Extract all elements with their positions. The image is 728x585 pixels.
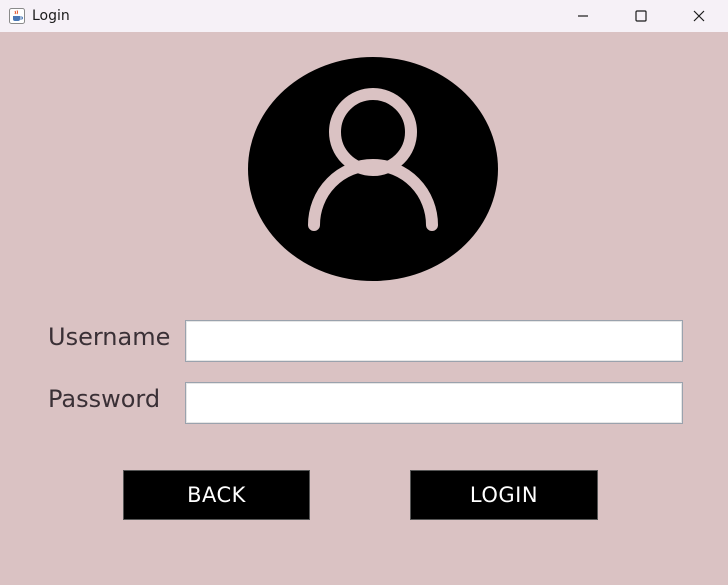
close-button[interactable] [670, 0, 728, 32]
username-field[interactable] [185, 320, 683, 362]
window-title: Login [32, 8, 70, 24]
java-cup-icon [8, 7, 26, 25]
username-label: Username [48, 323, 171, 351]
login-window: Login Username Password BACK LOGIN [0, 0, 728, 585]
title-bar[interactable]: Login [0, 0, 728, 32]
password-label: Password [48, 385, 161, 413]
minimize-icon [578, 15, 588, 17]
minimize-button[interactable] [554, 0, 612, 32]
back-button[interactable]: BACK [123, 470, 310, 520]
login-button[interactable]: LOGIN [410, 470, 598, 520]
login-panel: Username Password BACK LOGIN [0, 32, 728, 585]
window-controls [554, 0, 728, 32]
user-profile-icon [248, 57, 498, 281]
password-field[interactable] [185, 382, 683, 424]
maximize-icon [635, 10, 647, 22]
maximize-button[interactable] [612, 0, 670, 32]
close-icon [693, 10, 705, 22]
